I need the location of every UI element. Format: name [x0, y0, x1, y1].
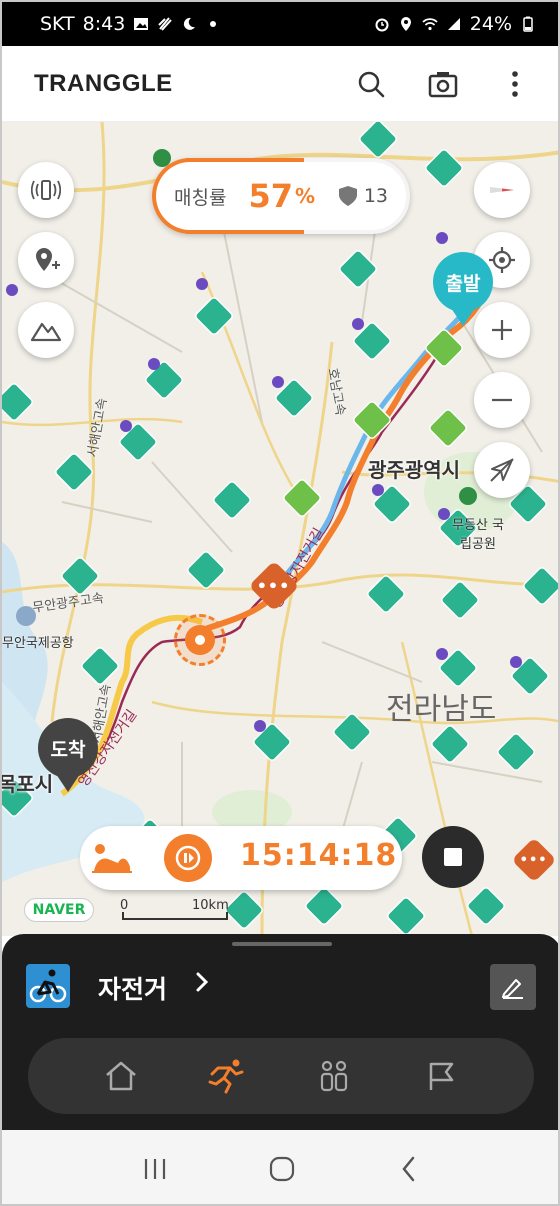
back-button[interactable] — [389, 1149, 429, 1189]
search-icon — [358, 71, 385, 97]
gallery-icon — [134, 18, 149, 30]
mountain-icon — [30, 322, 62, 342]
app-actions — [356, 69, 530, 99]
recent-apps-icon — [145, 1159, 166, 1179]
more-vertical-icon — [512, 70, 518, 97]
back-icon — [402, 1156, 414, 1182]
recent-apps-button[interactable] — [135, 1149, 175, 1189]
shield-count: 13 — [338, 185, 388, 207]
activity-type-title[interactable]: 자전거 — [98, 970, 167, 1006]
home-system-button[interactable] — [262, 1149, 302, 1189]
zoom-out-button[interactable] — [474, 372, 530, 428]
end-marker-label: 도착 — [38, 718, 98, 778]
app-screen: SKT 8:43 24% TRANGGLE 광주광역시 목포시 전라남도 무안국… — [0, 0, 560, 1206]
app-bar: TRANGGLE — [2, 46, 558, 122]
start-marker-label: 출발 — [433, 252, 493, 312]
scale-start-label: 0 — [120, 898, 129, 913]
battery-percent: 24% — [469, 13, 512, 35]
more-button[interactable] — [500, 69, 530, 99]
carrier-label: SKT — [40, 13, 75, 35]
city-label-gwangju: 광주광역시 — [368, 458, 460, 482]
battery-icon — [523, 16, 533, 32]
add-location-icon — [36, 248, 60, 271]
match-rate-progress-top — [186, 158, 304, 162]
dot-icon — [210, 21, 217, 27]
camera-button[interactable] — [428, 69, 458, 99]
home-circle-icon — [269, 1156, 295, 1182]
location-icon — [400, 17, 411, 31]
scale-end-label: 10km — [192, 898, 229, 913]
start-marker[interactable]: 출발 — [433, 252, 493, 328]
match-rate-label: 매칭률 — [174, 186, 227, 209]
current-position-dot — [195, 635, 205, 645]
airport-label: 무안국제공항 — [2, 636, 74, 651]
end-marker-tail — [56, 774, 80, 792]
chevron-right-icon[interactable] — [194, 970, 210, 1000]
naver-badge: NAVER — [24, 898, 94, 922]
tab-community[interactable] — [314, 1056, 354, 1096]
drag-handle[interactable] — [232, 942, 332, 946]
more-dots-icon: ••• — [257, 576, 291, 596]
scale-bar — [122, 912, 228, 920]
search-button[interactable] — [356, 69, 386, 99]
stop-icon — [444, 848, 462, 866]
clock: 8:43 — [82, 13, 126, 35]
app-notification-icon — [158, 17, 173, 31]
more-dots-icon-2: ••• — [520, 852, 548, 868]
alarm-icon — [375, 18, 389, 32]
nearby-device-button[interactable] — [18, 162, 74, 218]
status-bar: SKT 8:43 24% — [2, 2, 558, 46]
app-logo: TRANGGLE — [34, 69, 173, 97]
match-rate-value: 57 — [248, 177, 293, 215]
activity-timer: 15:14:18 — [240, 838, 398, 873]
park-label: 무등산 국립공원 — [452, 518, 504, 552]
zoom-out-icon — [492, 398, 512, 402]
edit-button[interactable] — [490, 964, 536, 1010]
sleep-mode-icon — [184, 17, 196, 30]
signal-icon — [447, 18, 460, 30]
bicycle-icon — [29, 969, 67, 1003]
match-rate-panel: 매칭률 57 % 13 — [152, 158, 410, 234]
pause-icon — [175, 845, 201, 871]
flag-icon — [429, 1062, 453, 1090]
system-navigation-bar — [2, 1130, 558, 1204]
people-icon — [321, 1060, 348, 1092]
stop-button[interactable] — [422, 826, 484, 888]
add-location-button[interactable] — [18, 232, 74, 288]
edit-icon — [502, 979, 523, 999]
current-position-marker — [174, 614, 226, 666]
shield-icon — [338, 186, 357, 206]
mountain-button[interactable] — [18, 302, 74, 358]
current-position-core — [185, 625, 215, 655]
running-person-icon — [208, 1059, 244, 1094]
camera-icon — [428, 71, 458, 97]
activity-type-badge — [26, 964, 70, 1008]
status-right: 24% — [374, 13, 536, 35]
map-view[interactable]: 광주광역시 목포시 전라남도 무안국제공항 무등산 국립공원 무안광주고속 호남… — [2, 122, 558, 936]
nearby-device-icon — [31, 180, 61, 200]
tab-activity[interactable] — [208, 1056, 248, 1096]
end-marker[interactable]: 도착 — [38, 718, 98, 794]
resting-person-icon — [92, 844, 132, 873]
tab-home[interactable] — [101, 1056, 141, 1096]
bottom-tab-bar — [28, 1038, 534, 1114]
start-marker-tail — [451, 308, 475, 326]
home-icon — [106, 1061, 137, 1091]
activity-mode-button[interactable] — [80, 826, 144, 890]
status-left: SKT 8:43 — [40, 13, 221, 35]
shield-count-value: 13 — [363, 185, 388, 207]
match-rate-progress-bottom — [186, 230, 304, 234]
province-label: 전라남도 — [386, 692, 497, 727]
map-scale: 0 10km — [120, 898, 232, 922]
tab-challenge[interactable] — [421, 1056, 461, 1096]
location-off-icon — [490, 458, 514, 482]
location-off-button[interactable] — [474, 442, 530, 498]
match-rate-unit: % — [294, 184, 316, 208]
compass-button[interactable] — [474, 162, 530, 218]
bottom-panel: 자전거 — [2, 934, 558, 1130]
pause-button[interactable] — [164, 834, 212, 882]
compass-icon — [490, 187, 514, 193]
wifi-icon — [422, 18, 438, 31]
